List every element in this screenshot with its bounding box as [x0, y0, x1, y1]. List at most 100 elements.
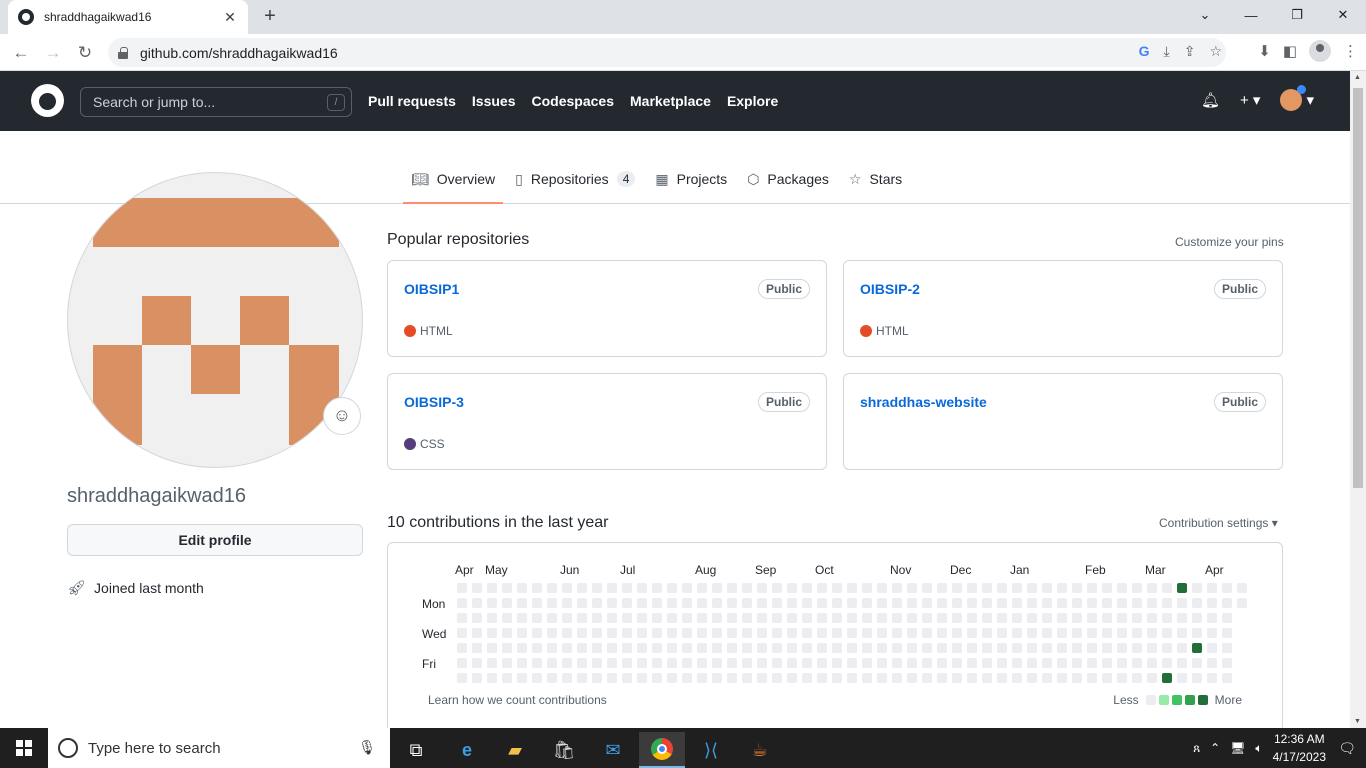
contribution-day-cell[interactable] — [907, 673, 917, 683]
contribution-day-cell[interactable] — [457, 598, 467, 608]
tab-projects[interactable]: ▦ Projects — [647, 163, 735, 195]
edge-icon[interactable]: e — [444, 732, 490, 768]
contribution-day-cell[interactable] — [742, 673, 752, 683]
contribution-day-cell[interactable] — [1087, 673, 1097, 683]
contribution-day-cell[interactable] — [457, 583, 467, 593]
contribution-day-cell[interactable] — [1222, 613, 1232, 623]
contribution-day-cell[interactable] — [1012, 598, 1022, 608]
contribution-day-cell[interactable] — [997, 583, 1007, 593]
contribution-day-cell[interactable] — [742, 598, 752, 608]
contribution-day-cell[interactable] — [502, 583, 512, 593]
contribution-day-cell[interactable] — [577, 628, 587, 638]
contribution-day-cell[interactable] — [907, 658, 917, 668]
contribution-day-cell[interactable] — [877, 598, 887, 608]
contribution-day-cell[interactable] — [637, 613, 647, 623]
tab-repositories[interactable]: ▯ Repositories 4 — [507, 163, 643, 195]
contribution-day-cell[interactable] — [892, 613, 902, 623]
repo-link[interactable]: shraddhas-website — [860, 394, 987, 410]
contribution-day-cell[interactable] — [622, 643, 632, 653]
contribution-day-cell[interactable] — [847, 598, 857, 608]
contribution-day-cell[interactable] — [832, 658, 842, 668]
contribution-day-cell[interactable] — [577, 673, 587, 683]
contribution-day-cell[interactable] — [1162, 658, 1172, 668]
contribution-day-cell[interactable] — [712, 598, 722, 608]
lock-icon[interactable] — [118, 46, 128, 59]
scroll-up-icon[interactable]: ▲ — [1354, 74, 1361, 81]
contribution-day-cell[interactable] — [1042, 628, 1052, 638]
downloads-icon[interactable]: ⬇ — [1258, 42, 1271, 60]
contribution-day-cell[interactable] — [847, 673, 857, 683]
contribution-day-cell[interactable] — [1117, 673, 1127, 683]
contribution-day-cell[interactable] — [622, 628, 632, 638]
contribution-day-cell[interactable] — [667, 628, 677, 638]
contribution-day-cell[interactable] — [607, 628, 617, 638]
contribution-day-cell[interactable] — [922, 598, 932, 608]
contribution-day-cell[interactable] — [712, 583, 722, 593]
contribution-day-cell[interactable] — [937, 643, 947, 653]
contribution-day-cell[interactable] — [727, 643, 737, 653]
edit-profile-button[interactable]: Edit profile — [67, 524, 363, 556]
contribution-day-cell[interactable] — [772, 598, 782, 608]
contribution-day-cell[interactable] — [817, 583, 827, 593]
scrollbar-thumb[interactable] — [1353, 88, 1363, 488]
contribution-day-cell[interactable] — [532, 613, 542, 623]
learn-contributions-link[interactable]: Learn how we count contributions — [428, 693, 607, 707]
contribution-day-cell[interactable] — [502, 658, 512, 668]
contribution-day-cell[interactable] — [1042, 673, 1052, 683]
contribution-day-cell[interactable] — [1042, 658, 1052, 668]
contribution-day-cell[interactable] — [502, 628, 512, 638]
contribution-day-cell[interactable] — [817, 673, 827, 683]
contribution-day-cell[interactable] — [1012, 613, 1022, 623]
contribution-day-cell[interactable] — [862, 598, 872, 608]
contribution-day-cell[interactable] — [832, 598, 842, 608]
contribution-day-cell[interactable] — [937, 628, 947, 638]
contribution-day-cell[interactable] — [757, 613, 767, 623]
contribution-day-cell[interactable] — [1147, 613, 1157, 623]
chrome-menu-icon[interactable]: ⋮ — [1343, 42, 1358, 60]
contribution-day-cell[interactable] — [667, 673, 677, 683]
contribution-day-cell[interactable] — [742, 613, 752, 623]
close-tab-icon[interactable]: ✕ — [222, 9, 238, 26]
contribution-day-cell[interactable] — [817, 613, 827, 623]
contribution-day-cell[interactable] — [652, 643, 662, 653]
contribution-day-cell[interactable] — [517, 658, 527, 668]
nav-issues[interactable]: Issues — [472, 93, 516, 109]
contribution-day-cell[interactable] — [697, 613, 707, 623]
contribution-day-cell[interactable] — [1162, 613, 1172, 623]
contribution-day-cell[interactable] — [1117, 628, 1127, 638]
contribution-day-cell[interactable] — [952, 583, 962, 593]
contribution-day-cell[interactable] — [847, 613, 857, 623]
user-menu[interactable]: ▾ — [1280, 85, 1314, 111]
contribution-day-cell[interactable] — [487, 598, 497, 608]
contribution-day-cell[interactable] — [457, 658, 467, 668]
contribution-day-cell[interactable] — [592, 613, 602, 623]
contribution-day-cell[interactable] — [757, 658, 767, 668]
contribution-day-cell[interactable] — [622, 658, 632, 668]
contribution-day-cell[interactable] — [1207, 643, 1217, 653]
contribution-day-cell[interactable] — [1102, 673, 1112, 683]
contribution-day-cell[interactable] — [577, 613, 587, 623]
contribution-day-cell[interactable] — [1117, 598, 1127, 608]
contribution-day-cell[interactable] — [952, 628, 962, 638]
contribution-day-cell[interactable] — [1102, 583, 1112, 593]
contribution-day-cell[interactable] — [787, 613, 797, 623]
contribution-day-cell[interactable] — [1072, 583, 1082, 593]
contribution-day-cell[interactable] — [982, 613, 992, 623]
contribution-day-cell[interactable] — [1237, 583, 1247, 593]
contribution-day-cell[interactable] — [1162, 583, 1172, 593]
contribution-day-cell[interactable] — [562, 583, 572, 593]
contribution-day-cell[interactable] — [652, 613, 662, 623]
contribution-day-cell[interactable] — [742, 583, 752, 593]
contribution-day-cell[interactable] — [697, 658, 707, 668]
contribution-day-cell[interactable] — [892, 673, 902, 683]
contribution-day-cell[interactable] — [772, 658, 782, 668]
contribution-day-cell[interactable] — [787, 658, 797, 668]
contribution-settings-dropdown[interactable]: Contribution settings ▾ — [1159, 516, 1278, 530]
contribution-day-cell[interactable] — [1222, 673, 1232, 683]
contribution-day-cell[interactable] — [697, 673, 707, 683]
contribution-day-cell[interactable] — [712, 613, 722, 623]
nav-explore[interactable]: Explore — [727, 93, 778, 109]
create-new-plus-icon[interactable]: + ▾ — [1240, 91, 1260, 109]
contribution-day-cell[interactable] — [472, 673, 482, 683]
contribution-day-cell[interactable] — [622, 613, 632, 623]
